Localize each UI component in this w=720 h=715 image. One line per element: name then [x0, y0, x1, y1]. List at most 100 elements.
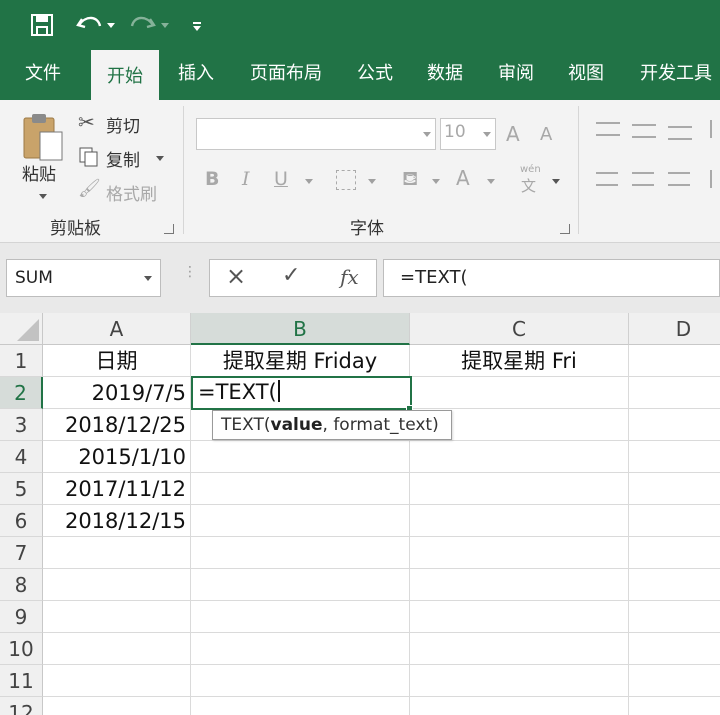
chevron-down-icon[interactable]: [552, 179, 560, 184]
chevron-down-icon[interactable]: [368, 179, 376, 184]
cell-a2[interactable]: 2019/7/5: [43, 377, 191, 409]
empty-cell[interactable]: [629, 409, 720, 441]
tab-view[interactable]: 视图: [557, 50, 615, 100]
align-middle-icon[interactable]: [632, 124, 656, 138]
chevron-down-icon[interactable]: [432, 179, 440, 184]
empty-cell[interactable]: [629, 537, 720, 569]
empty-cell[interactable]: [410, 697, 629, 715]
font-size-select[interactable]: 10: [440, 118, 496, 150]
empty-cell[interactable]: [410, 441, 629, 473]
row-header-7[interactable]: 7: [0, 537, 43, 569]
chevron-down-icon[interactable]: [305, 179, 313, 184]
copy-dropdown-arrow[interactable]: [156, 156, 164, 161]
column-header-c[interactable]: C: [410, 313, 629, 345]
tab-home[interactable]: 开始: [91, 50, 159, 100]
empty-cell[interactable]: [629, 697, 720, 715]
clipboard-launcher-icon[interactable]: [164, 224, 174, 234]
empty-cell[interactable]: [191, 473, 410, 505]
cell-d1[interactable]: [629, 345, 720, 377]
empty-cell[interactable]: [43, 665, 191, 697]
empty-cell[interactable]: [191, 633, 410, 665]
chevron-down-icon[interactable]: [487, 179, 495, 184]
row-header-11[interactable]: 11: [0, 665, 43, 697]
formula-input[interactable]: =TEXT(: [383, 259, 720, 297]
undo-icon[interactable]: [76, 10, 118, 38]
row-header-1[interactable]: 1: [0, 345, 43, 377]
empty-cell[interactable]: [410, 601, 629, 633]
empty-cell[interactable]: [629, 377, 720, 409]
align-bottom-icon[interactable]: [668, 126, 692, 140]
underline-button[interactable]: U: [274, 168, 288, 190]
row-header-5[interactable]: 5: [0, 473, 43, 505]
name-box[interactable]: SUM: [6, 259, 161, 297]
empty-cell[interactable]: [410, 473, 629, 505]
paste-dropdown-arrow[interactable]: [39, 194, 47, 199]
fill-color-icon[interactable]: ⛾: [402, 166, 418, 193]
row-header-4[interactable]: 4: [0, 441, 43, 473]
tab-formulas[interactable]: 公式: [346, 50, 404, 100]
column-header-a[interactable]: A: [43, 313, 191, 345]
empty-cell[interactable]: [43, 633, 191, 665]
align-left-icon[interactable]: [596, 172, 618, 186]
customize-toolbar-icon[interactable]: [190, 10, 204, 38]
empty-cell[interactable]: [629, 601, 720, 633]
empty-cell[interactable]: [629, 633, 720, 665]
format-painter-button[interactable]: 🖌 格式刷: [78, 178, 168, 205]
row-header-8[interactable]: 8: [0, 569, 43, 601]
empty-cell[interactable]: [43, 569, 191, 601]
cell-a1[interactable]: 日期: [43, 345, 191, 377]
empty-cell[interactable]: [410, 377, 629, 409]
tab-data[interactable]: 数据: [416, 50, 474, 100]
tab-page-layout[interactable]: 页面布局: [240, 50, 332, 100]
cell-a5[interactable]: 2017/11/12: [43, 473, 191, 505]
empty-cell[interactable]: [191, 697, 410, 715]
cell-a3[interactable]: 2018/12/25: [43, 409, 191, 441]
empty-cell[interactable]: [410, 665, 629, 697]
cell-c1[interactable]: 提取星期 Fri: [410, 345, 629, 377]
empty-cell[interactable]: [191, 601, 410, 633]
row-header-2[interactable]: 2: [0, 377, 43, 409]
wrap-text-icon[interactable]: [710, 120, 720, 138]
column-header-b[interactable]: B: [191, 313, 410, 345]
tab-insert[interactable]: 插入: [166, 50, 226, 100]
phonetic-button[interactable]: wén 文: [518, 164, 544, 195]
select-all-button[interactable]: [0, 313, 43, 345]
formula-bar-grip-icon[interactable]: ⋮: [183, 265, 197, 279]
empty-cell[interactable]: [191, 665, 410, 697]
empty-cell[interactable]: [410, 569, 629, 601]
empty-cell[interactable]: [629, 569, 720, 601]
grow-font-button[interactable]: A: [506, 122, 520, 146]
empty-cell[interactable]: [191, 537, 410, 569]
tab-review[interactable]: 审阅: [487, 50, 545, 100]
row-header-6[interactable]: 6: [0, 505, 43, 537]
copy-button[interactable]: 复制: [78, 144, 168, 171]
bold-button[interactable]: B: [205, 168, 219, 190]
merge-center-icon[interactable]: [710, 170, 720, 188]
worksheet-grid[interactable]: A B C D 1 2 3 4 5 6 7 8 9 10 11 12 日期 提取…: [0, 313, 720, 715]
empty-cell[interactable]: [43, 697, 191, 715]
empty-cell[interactable]: [629, 665, 720, 697]
empty-cell[interactable]: [410, 633, 629, 665]
row-header-9[interactable]: 9: [0, 601, 43, 633]
align-top-icon[interactable]: [596, 122, 620, 136]
tab-developer[interactable]: 开发工具: [630, 50, 720, 100]
font-color-button[interactable]: A: [456, 166, 470, 190]
empty-cell[interactable]: [191, 505, 410, 537]
align-center-icon[interactable]: [632, 172, 654, 186]
empty-cell[interactable]: [629, 505, 720, 537]
save-icon[interactable]: [30, 10, 54, 38]
empty-cell[interactable]: [43, 601, 191, 633]
align-right-icon[interactable]: [668, 172, 690, 186]
shrink-font-button[interactable]: A: [540, 124, 552, 145]
cell-a4[interactable]: 2015/1/10: [43, 441, 191, 473]
paste-button[interactable]: 粘贴: [12, 108, 70, 208]
cancel-icon[interactable]: ×: [226, 262, 246, 290]
function-tooltip[interactable]: TEXT(value, format_text): [212, 410, 452, 440]
row-header-3[interactable]: 3: [0, 409, 43, 441]
column-header-d[interactable]: D: [629, 313, 720, 345]
empty-cell[interactable]: [410, 537, 629, 569]
font-launcher-icon[interactable]: [560, 224, 570, 234]
row-header-12[interactable]: 12: [0, 697, 43, 715]
cell-b1[interactable]: 提取星期 Friday: [191, 345, 410, 377]
empty-cell[interactable]: [629, 441, 720, 473]
